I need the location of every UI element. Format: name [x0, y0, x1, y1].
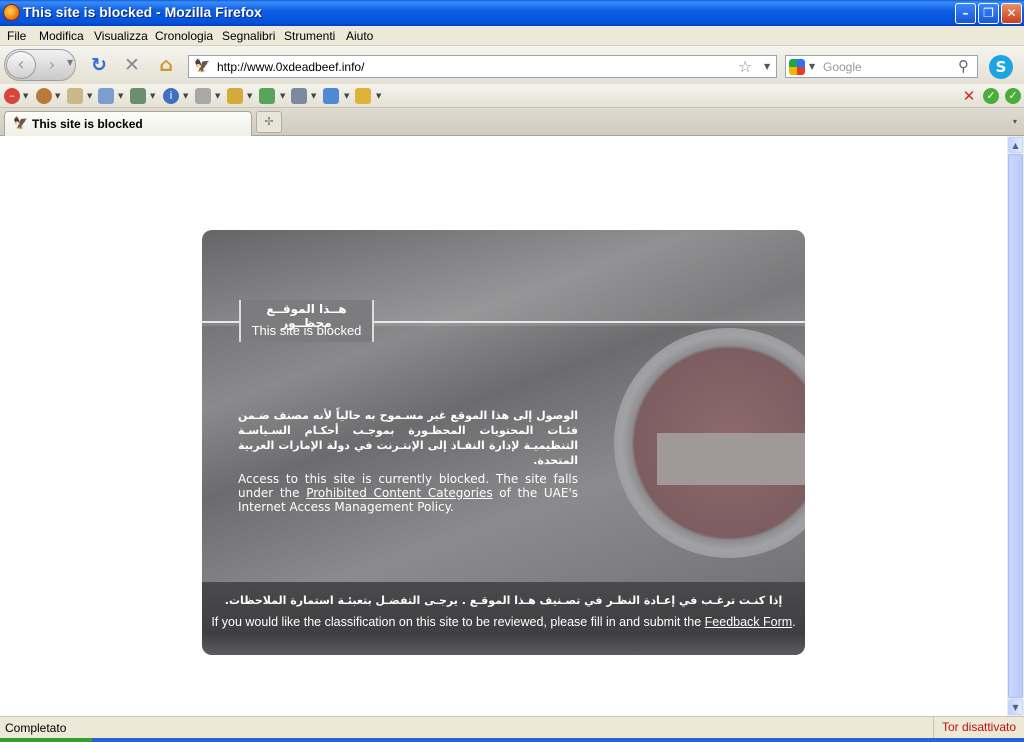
page-content: هــذا الموقــع محظــور This site is bloc…: [0, 136, 1007, 716]
images-icon[interactable]: [130, 88, 146, 104]
home-button[interactable]: ⌂: [155, 54, 177, 76]
extension-toolbar: – ▼ ▼ ▼ ▼ ▼ i ▼ ▼ ▼ ▼ ▼ ▼ ▼ ✕ ✓ ✓: [0, 84, 1024, 108]
prohibited-content-categories-link[interactable]: Prohibited Content Categories: [306, 486, 492, 500]
tab-list-dropdown-icon[interactable]: ▾: [1006, 112, 1024, 132]
scroll-thumb[interactable]: [1008, 154, 1023, 698]
minimize-button[interactable]: –: [955, 3, 976, 24]
menu-strumenti[interactable]: Strumenti: [284, 29, 335, 43]
site-favicon-icon: 🦅: [194, 59, 211, 74]
information-dropdown-icon[interactable]: ▼: [183, 92, 188, 100]
forms-dropdown-icon[interactable]: ▼: [118, 92, 123, 100]
blocked-notice-card: هــذا الموقــع محظــور This site is bloc…: [202, 230, 805, 655]
resize-icon[interactable]: [259, 88, 275, 104]
skype-icon[interactable]: S: [989, 55, 1013, 79]
feedback-message-english: If you would like the classification on …: [211, 615, 796, 629]
google-engine-icon[interactable]: [789, 59, 805, 75]
blocked-title-box: هــذا الموقــع محظــور This site is bloc…: [239, 300, 374, 342]
css-valid-icon[interactable]: ✓: [983, 88, 999, 104]
css-icon[interactable]: [67, 88, 83, 104]
url-bar[interactable]: 🦅 http://www.0xdeadbeef.info/ ☆ ▼: [188, 55, 777, 78]
stop-button[interactable]: ✕: [121, 54, 143, 76]
close-window-button[interactable]: ✕: [1001, 3, 1022, 24]
menu-file[interactable]: File: [7, 29, 26, 43]
history-dropdown-icon[interactable]: ▼: [67, 58, 73, 67]
tab-this-site-is-blocked[interactable]: 🦅 This site is blocked: [4, 111, 252, 136]
disable-dropdown-icon[interactable]: ▼: [23, 92, 28, 100]
images-dropdown-icon[interactable]: ▼: [150, 92, 155, 100]
outline-dropdown-icon[interactable]: ▼: [247, 92, 252, 100]
search-engine-dropdown-icon[interactable]: ▼: [809, 62, 815, 71]
html-valid-icon[interactable]: ✓: [1005, 88, 1021, 104]
forward-button[interactable]: ›: [41, 55, 63, 75]
feedback-footer: إذا كنـت ترغـب في إعـادة النظـر في تصـني…: [202, 582, 805, 655]
url-dropdown-icon[interactable]: ▼: [764, 62, 770, 71]
css-dropdown-icon[interactable]: ▼: [87, 92, 92, 100]
view-source-icon[interactable]: [323, 88, 339, 104]
new-tab-button[interactable]: ✢: [256, 111, 282, 133]
search-go-icon[interactable]: ⚲: [958, 57, 969, 75]
title-bar: This site is blocked - Mozilla Firefox –…: [0, 0, 1024, 26]
menu-cronologia[interactable]: Cronologia: [155, 29, 213, 43]
back-button[interactable]: ‹: [6, 51, 36, 79]
outline-icon[interactable]: [227, 88, 243, 104]
search-bar[interactable]: ▼ Google ⚲: [785, 55, 978, 78]
maximize-button[interactable]: ❐: [978, 3, 999, 24]
miscellaneous-icon[interactable]: [195, 88, 211, 104]
reload-button[interactable]: ↻: [88, 54, 110, 76]
menu-bar: File Modifica Visualizza Cronologia Segn…: [0, 26, 1024, 46]
taskbar-strip: [0, 738, 1024, 742]
cookies-icon[interactable]: [36, 88, 52, 104]
menu-segnalibri[interactable]: Segnalibri: [222, 29, 275, 43]
status-text: Completato: [5, 721, 67, 735]
information-icon[interactable]: i: [163, 88, 179, 104]
url-text[interactable]: http://www.0xdeadbeef.info/: [217, 60, 364, 74]
tools-dropdown-icon[interactable]: ▼: [311, 92, 316, 100]
cookies-dropdown-icon[interactable]: ▼: [55, 92, 60, 100]
feedback-form-link[interactable]: Feedback Form: [705, 615, 793, 629]
miscellaneous-dropdown-icon[interactable]: ▼: [215, 92, 220, 100]
forms-icon[interactable]: [98, 88, 114, 104]
scroll-down-button[interactable]: ▼: [1008, 699, 1023, 715]
tab-favicon-icon: 🦅: [13, 116, 28, 130]
status-bar: Completato Tor disattivato: [0, 716, 1024, 739]
firefox-logo-icon: [3, 4, 20, 21]
error-status-icon[interactable]: ✕: [961, 88, 977, 104]
blocked-message-arabic: الوصول إلى هذا الموقع غير مسـموح به حالي…: [238, 409, 578, 467]
back-forward-group: ‹ › ▼: [4, 49, 76, 81]
blocked-message-english: Access to this site is currently blocked…: [238, 472, 579, 514]
tools-icon[interactable]: [291, 88, 307, 104]
options-dropdown-icon[interactable]: ▼: [376, 92, 381, 100]
bookmark-star-icon[interactable]: ☆: [738, 57, 752, 76]
tab-label: This site is blocked: [32, 117, 143, 131]
options-icon[interactable]: [355, 88, 371, 104]
feedback-message-arabic: إذا كنـت ترغـب في إعـادة النظـر في تصـني…: [224, 594, 783, 607]
vertical-scrollbar[interactable]: ▲ ▼: [1007, 136, 1024, 716]
menu-visualizza[interactable]: Visualizza: [94, 29, 148, 43]
menu-modifica[interactable]: Modifica: [39, 29, 84, 43]
menu-aiuto[interactable]: Aiuto: [346, 29, 373, 43]
view-source-dropdown-icon[interactable]: ▼: [344, 92, 349, 100]
blocked-title-english: This site is blocked: [251, 323, 362, 338]
window-title: This site is blocked - Mozilla Firefox: [23, 4, 262, 20]
navigation-toolbar: ‹ › ▼ ↻ ✕ ⌂ 🦅 http://www.0xdeadbeef.info…: [0, 46, 1024, 84]
tab-bar: 🦅 This site is blocked ✢ ▾: [0, 108, 1024, 136]
search-input[interactable]: Google: [823, 60, 862, 74]
tor-status-button[interactable]: Tor disattivato: [933, 717, 1024, 739]
disable-icon[interactable]: –: [4, 88, 20, 104]
no-entry-sign-bar: [657, 433, 805, 485]
scroll-up-button[interactable]: ▲: [1008, 137, 1023, 153]
resize-dropdown-icon[interactable]: ▼: [280, 92, 285, 100]
